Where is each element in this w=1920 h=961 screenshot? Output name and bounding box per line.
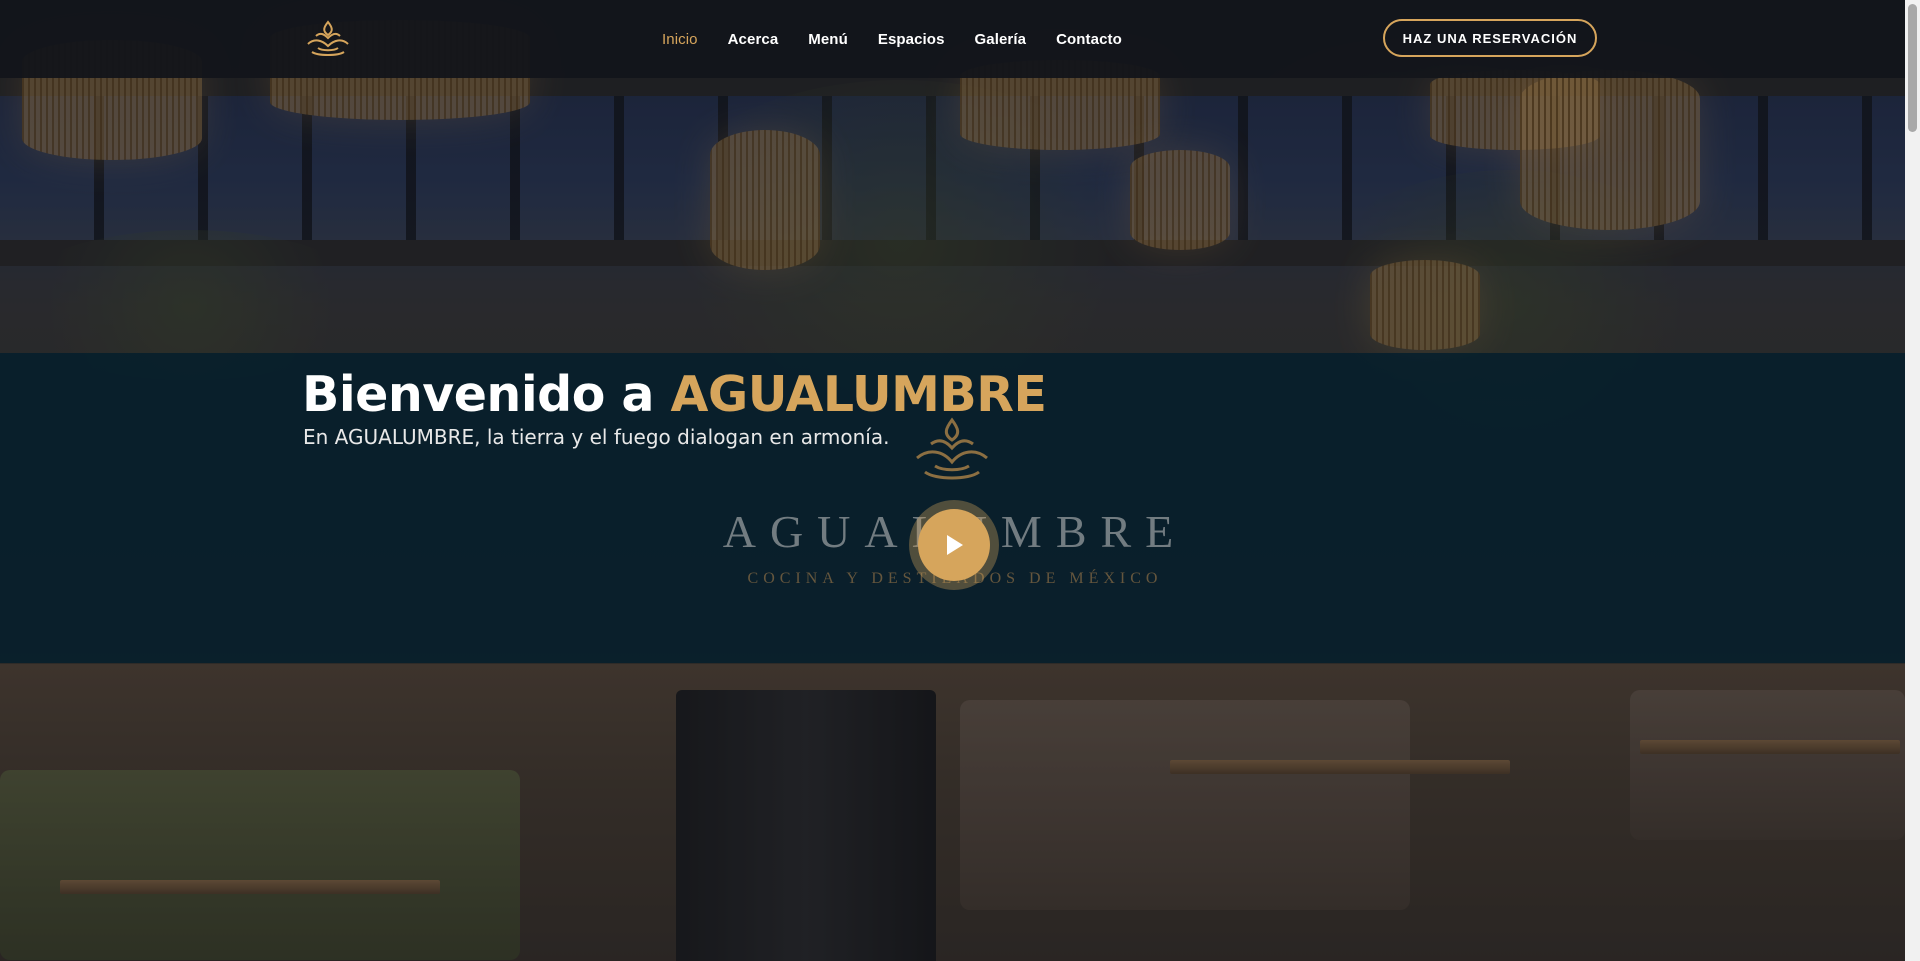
agualumbre-logo-icon[interactable] (302, 18, 354, 60)
main-menu: Inicio Acerca Menú Espacios Galería Cont… (662, 0, 1152, 78)
scrollbar-thumb[interactable] (1908, 4, 1917, 132)
nav-link-contacto[interactable]: Contacto (1056, 31, 1122, 48)
nav-link-acerca[interactable]: Acerca (728, 31, 779, 48)
headline-prefix: Bienvenido a (302, 366, 671, 423)
page-scrollbar[interactable] (1905, 0, 1920, 961)
play-button-circle[interactable] (918, 509, 990, 581)
nav-link-galeria[interactable]: Galería (975, 31, 1027, 48)
video-play-button[interactable] (909, 500, 999, 590)
nav-link-menu[interactable]: Menú (808, 31, 848, 48)
top-navbar: Inicio Acerca Menú Espacios Galería Cont… (0, 0, 1905, 78)
video-emblem-icon (916, 417, 988, 480)
play-icon (947, 535, 963, 555)
headline-brand: AGUALUMBRE (670, 366, 1047, 423)
hero-subtitle: En AGUALUMBRE, la tierra y el fuego dial… (303, 425, 890, 449)
hero-headline: Bienvenido a AGUALUMBRE (302, 364, 1047, 426)
nav-link-espacios[interactable]: Espacios (878, 31, 945, 48)
reservation-button[interactable]: HAZ UNA RESERVACIÓN (1383, 19, 1597, 57)
nav-link-inicio[interactable]: Inicio (662, 31, 698, 48)
page: Inicio Acerca Menú Espacios Galería Cont… (0, 0, 1905, 961)
